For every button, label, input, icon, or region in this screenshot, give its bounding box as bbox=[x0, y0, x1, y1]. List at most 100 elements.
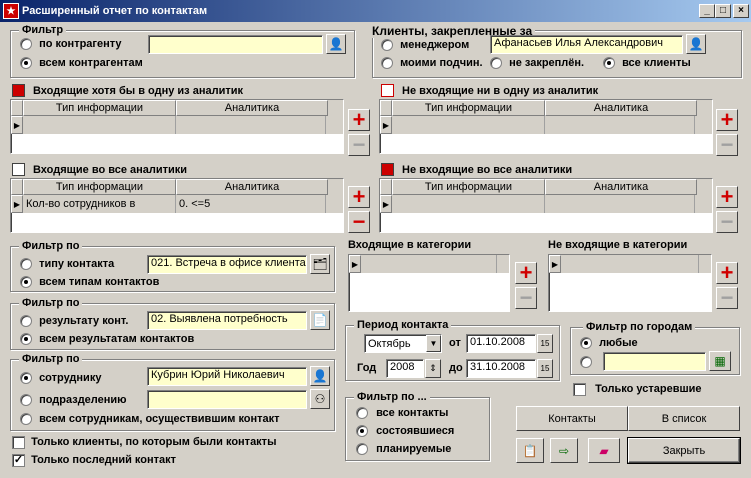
result-radio[interactable]: результату конт. bbox=[20, 315, 128, 328]
person-icon: 👤 bbox=[688, 37, 704, 51]
not-in-all-add-button[interactable]: + bbox=[716, 186, 738, 208]
app-icon: ★ bbox=[3, 3, 19, 19]
in-categories-label: Входящие в категории bbox=[348, 239, 472, 251]
in-all-remove-button[interactable]: − bbox=[348, 211, 370, 233]
up-down-arrow-icon: ⇕ bbox=[429, 363, 437, 373]
not-in-any-remove-button[interactable]: − bbox=[716, 134, 738, 156]
calendar-to-button[interactable]: 15 bbox=[537, 359, 553, 378]
clients-not-assigned-radio[interactable]: не закреплён. bbox=[490, 57, 584, 70]
in-all-grid[interactable]: Тип информации Аналитика ▶ Кол-во сотрудни… bbox=[10, 178, 344, 233]
minus-icon: − bbox=[720, 285, 734, 310]
counterparty-lookup-button[interactable]: 👤 bbox=[326, 34, 346, 54]
in-any-grid[interactable]: Тип информации Аналитика ▶ bbox=[10, 99, 344, 154]
department-radio[interactable]: подразделению bbox=[20, 394, 127, 407]
year-label: Год bbox=[357, 362, 377, 374]
filter-all-counterparties-radio[interactable]: всем контрагентам bbox=[20, 57, 143, 70]
close-window-button[interactable]: × bbox=[733, 4, 749, 18]
analytics-icon bbox=[381, 163, 394, 176]
contact-type-lookup-button[interactable]: 🗂 bbox=[310, 254, 330, 274]
all-results-radio[interactable]: всем результатам контактов bbox=[20, 333, 194, 346]
to-list-button[interactable]: В список bbox=[628, 406, 740, 431]
clients-all-radio[interactable]: все клиенты bbox=[603, 57, 691, 70]
clear-button[interactable]: ▰ bbox=[588, 438, 620, 463]
table-row[interactable]: ▶ bbox=[380, 116, 712, 134]
person-icon: 👤 bbox=[328, 37, 344, 51]
table-row[interactable]: ▶ bbox=[11, 116, 343, 134]
in-any-header: Входящие хотя бы в одну из аналитик bbox=[12, 84, 243, 97]
report-button[interactable]: 📋 bbox=[516, 438, 544, 463]
calendar-icon: 15 bbox=[540, 364, 550, 373]
in-all-header: Входящие во все аналитики bbox=[12, 163, 187, 176]
org-chart-icon: ⚇ bbox=[314, 392, 326, 406]
clients-subordinates-radio[interactable]: моими подчин. bbox=[381, 57, 483, 70]
all-contact-types-radio[interactable]: всем типам контактов bbox=[20, 276, 159, 289]
list-item[interactable]: ▶ bbox=[549, 255, 711, 273]
not-in-all-remove-button[interactable]: − bbox=[716, 211, 738, 233]
close-button[interactable]: Закрыть bbox=[627, 437, 741, 464]
completed-contacts-radio[interactable]: состоявшиеся bbox=[356, 425, 454, 438]
result-field[interactable]: 02. Выявлена потребность bbox=[147, 311, 307, 330]
counterparty-field[interactable] bbox=[148, 35, 323, 54]
city-any-radio[interactable]: любые bbox=[580, 337, 638, 350]
department-lookup-button[interactable]: ⚇ bbox=[310, 389, 330, 409]
list-item[interactable]: ▶ bbox=[349, 255, 509, 273]
employee-radio[interactable]: сотруднику bbox=[20, 372, 101, 385]
contact-type-radio[interactable]: типу контакта bbox=[20, 258, 114, 271]
city-field[interactable] bbox=[603, 352, 706, 371]
all-employees-radio[interactable]: всем сотрудникам, осуществившим контакт bbox=[20, 413, 280, 426]
clients-manager-radio[interactable]: менеджером bbox=[381, 39, 469, 52]
plus-icon: + bbox=[720, 260, 734, 285]
person-icon: 👤 bbox=[312, 369, 328, 383]
in-categories-add-button[interactable]: + bbox=[515, 262, 537, 284]
city-select-radio[interactable] bbox=[580, 356, 592, 369]
only-clients-checkbox[interactable]: Только клиенты, по которым были контакты bbox=[12, 436, 276, 449]
planned-contacts-radio[interactable]: планируемые bbox=[356, 443, 451, 456]
employee-field[interactable]: Кубрин Юрий Николаевич bbox=[147, 367, 307, 386]
date-to-field[interactable]: 31.10.2008 bbox=[466, 359, 536, 378]
only-last-contact-checkbox[interactable]: ✓ Только последний контакт bbox=[12, 454, 176, 467]
department-field[interactable] bbox=[147, 390, 307, 409]
plus-icon: + bbox=[720, 107, 734, 132]
maximize-button[interactable]: □ bbox=[715, 4, 731, 18]
manager-field[interactable]: Афанасьев Илья Александрович bbox=[490, 35, 683, 54]
only-outdated-checkbox[interactable]: Только устаревшие bbox=[573, 383, 702, 396]
checkmark-icon: ✓ bbox=[12, 454, 25, 467]
year-field[interactable]: 2008 bbox=[386, 359, 424, 378]
minimize-button[interactable]: _ bbox=[699, 4, 715, 18]
in-any-add-button[interactable]: + bbox=[348, 109, 370, 131]
minus-icon: − bbox=[720, 209, 734, 234]
year-spinner[interactable]: ⇕ bbox=[425, 359, 441, 378]
month-select[interactable]: Октябрь ▼ bbox=[364, 334, 442, 353]
table-row[interactable]: ▶ bbox=[380, 195, 712, 213]
in-any-remove-button[interactable]: − bbox=[348, 134, 370, 156]
filter-by-counterparty-radio[interactable]: по контрагенту bbox=[20, 38, 122, 51]
minus-icon: − bbox=[352, 209, 366, 234]
calendar-from-button[interactable]: 15 bbox=[537, 334, 553, 353]
result-lookup-button[interactable]: 📄 bbox=[310, 310, 330, 330]
in-categories-list[interactable]: ▶ bbox=[348, 254, 510, 312]
not-in-categories-remove-button[interactable]: − bbox=[716, 287, 738, 309]
in-all-add-button[interactable]: + bbox=[348, 186, 370, 208]
filter-legend: Фильтр bbox=[19, 24, 67, 36]
not-in-categories-add-button[interactable]: + bbox=[716, 262, 738, 284]
not-in-categories-list[interactable]: ▶ bbox=[548, 254, 712, 312]
window-title: Расширенный отчет по контактам bbox=[22, 5, 208, 17]
date-from-field[interactable]: 01.10.2008 bbox=[466, 334, 536, 353]
not-in-all-grid[interactable]: Тип информации Аналитика ▶ bbox=[379, 178, 713, 233]
table-row[interactable]: ▶ Кол-во сотрудников в 0. <=5 bbox=[11, 195, 343, 213]
all-contacts-radio[interactable]: все контакты bbox=[356, 407, 448, 420]
city-lookup-button[interactable]: ▦ bbox=[709, 351, 731, 371]
not-in-categories-label: Не входящие в категории bbox=[548, 239, 688, 251]
manager-lookup-button[interactable]: 👤 bbox=[686, 34, 706, 54]
not-in-any-grid[interactable]: Тип информации Аналитика ▶ bbox=[379, 99, 713, 154]
document-icon: 📋 bbox=[522, 443, 538, 458]
document-icon: 📄 bbox=[312, 313, 328, 327]
not-in-any-add-button[interactable]: + bbox=[716, 109, 738, 131]
employee-lookup-button[interactable]: 👤 bbox=[310, 366, 330, 386]
not-in-any-header: Не входящие ни в одну из аналитик bbox=[381, 84, 598, 97]
contact-type-field[interactable]: 021. Встреча в офисе клиента bbox=[147, 255, 307, 274]
minus-icon: − bbox=[519, 285, 533, 310]
in-categories-remove-button[interactable]: − bbox=[515, 287, 537, 309]
contacts-button[interactable]: Контакты bbox=[516, 406, 628, 431]
export-button[interactable]: ⇨ bbox=[550, 438, 578, 463]
